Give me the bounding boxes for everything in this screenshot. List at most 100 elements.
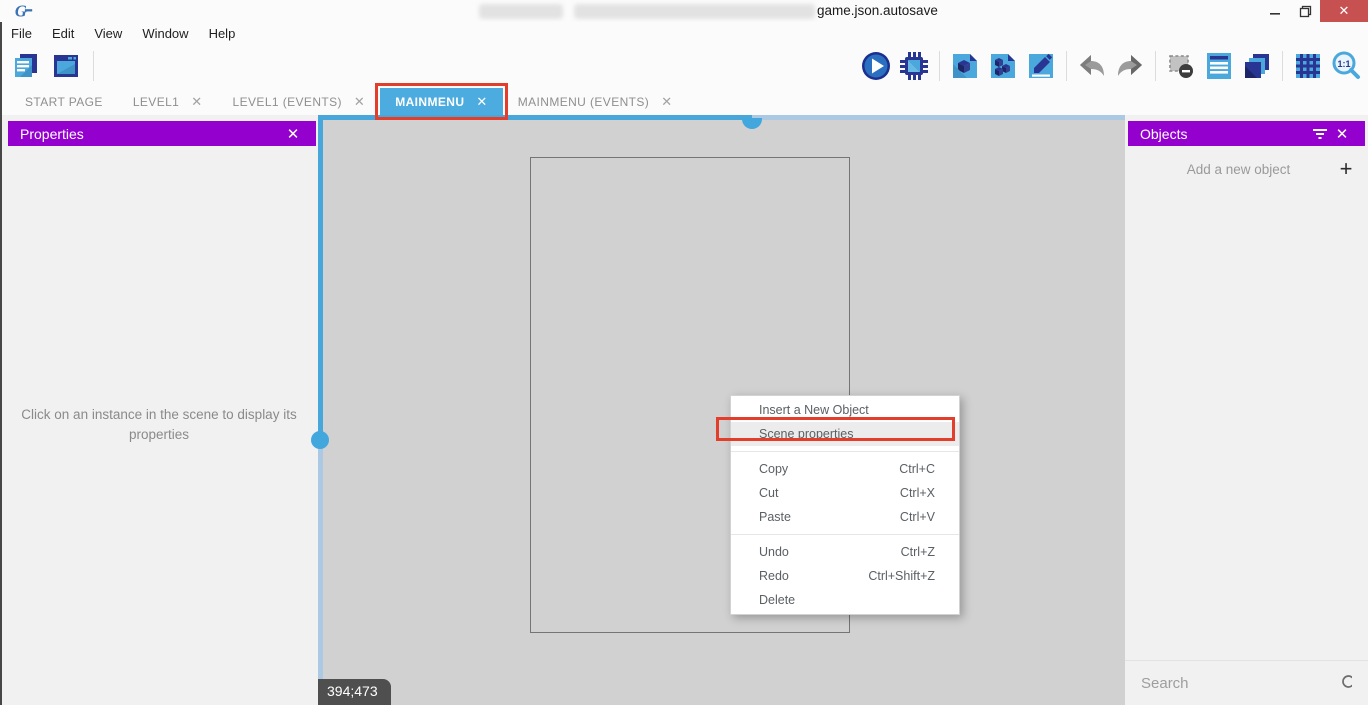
- toolbar-separator: [1066, 51, 1067, 81]
- close-icon: ✕: [1339, 3, 1350, 19]
- plus-icon[interactable]: +: [1324, 158, 1368, 180]
- menu-item-label: Redo: [759, 569, 789, 583]
- titlebar: G game.json.autosave ✕: [0, 0, 1368, 22]
- menu-item-insert-new-object[interactable]: Insert a New Object: [731, 398, 959, 422]
- layers-icon: [1241, 50, 1273, 82]
- redacted-path-segment: [574, 4, 815, 19]
- menu-item-shortcut: Ctrl+X: [900, 486, 935, 500]
- deselect-button[interactable]: [1165, 50, 1197, 82]
- objects-panel: Objects ✕ Add a new object +: [1125, 115, 1368, 705]
- menubar: File Edit View Window Help: [0, 22, 1368, 44]
- menu-item-label: Copy: [759, 462, 788, 476]
- menu-item-shortcut: Ctrl+C: [899, 462, 935, 476]
- grid-icon: [1292, 50, 1324, 82]
- tab-label: MAINMENU (EVENTS): [518, 95, 649, 109]
- start-page-button[interactable]: [50, 50, 82, 82]
- menu-item-cut[interactable]: Cut Ctrl+X: [731, 481, 959, 505]
- grid-button[interactable]: [1292, 50, 1324, 82]
- menu-separator: [731, 451, 959, 452]
- properties-empty-message: Click on an instance in the scene to dis…: [18, 405, 300, 445]
- minimize-icon: [1269, 5, 1281, 17]
- tab-mainmenu[interactable]: MAINMENU ✕: [380, 88, 503, 115]
- horizontal-scrollbar[interactable]: [752, 115, 1125, 120]
- menu-item-delete[interactable]: Delete: [731, 588, 959, 612]
- zoom-1-1-button[interactable]: 1:1: [1330, 50, 1362, 82]
- tab-start-page[interactable]: START PAGE: [10, 88, 118, 115]
- menu-item-label: Undo: [759, 545, 789, 559]
- add-new-object-label: Add a new object: [1125, 162, 1324, 177]
- objects-editor-button[interactable]: [949, 50, 981, 82]
- zoom-1-1-icon: 1:1: [1330, 50, 1362, 82]
- restore-button[interactable]: [1290, 0, 1320, 22]
- toolbar-separator: [1155, 51, 1156, 81]
- scene-properties-icon: [1025, 50, 1057, 82]
- object-groups-button[interactable]: [987, 50, 1019, 82]
- scene-properties-button[interactable]: [1025, 50, 1057, 82]
- undo-button[interactable]: [1076, 50, 1108, 82]
- menu-item-label: Delete: [759, 593, 795, 607]
- horizontal-scrollbar-handle[interactable]: [742, 118, 762, 129]
- properties-panel-header: Properties ✕: [8, 121, 316, 146]
- svg-text:1:1: 1:1: [1337, 59, 1350, 69]
- close-button[interactable]: ✕: [1320, 0, 1368, 22]
- project-manager-button[interactable]: [10, 50, 42, 82]
- toolbar-separator: [93, 51, 94, 81]
- menu-item-redo[interactable]: Redo Ctrl+Shift+Z: [731, 564, 959, 588]
- tab-level1-events[interactable]: LEVEL1 (EVENTS) ✕: [218, 88, 381, 115]
- redo-button[interactable]: [1114, 50, 1146, 82]
- tab-level1[interactable]: LEVEL1 ✕: [118, 88, 218, 115]
- layers-button[interactable]: [1241, 50, 1273, 82]
- tab-close-icon[interactable]: ✕: [354, 95, 365, 108]
- menu-item-label: Cut: [759, 486, 778, 500]
- play-icon: [860, 50, 892, 82]
- horizontal-scrollbar[interactable]: [318, 115, 752, 120]
- tab-close-icon[interactable]: ✕: [661, 95, 672, 108]
- menu-window[interactable]: Window: [139, 24, 191, 43]
- restore-icon: [1299, 5, 1312, 18]
- tab-close-icon[interactable]: ✕: [476, 95, 487, 108]
- tab-mainmenu-events[interactable]: MAINMENU (EVENTS) ✕: [503, 88, 688, 115]
- scene-editor-canvas[interactable]: 394;473: [318, 115, 1125, 705]
- vertical-scrollbar[interactable]: [318, 115, 323, 440]
- objects-panel-title: Objects: [1140, 126, 1187, 142]
- toolbar-separator: [939, 51, 940, 81]
- menu-view[interactable]: View: [91, 24, 125, 43]
- toolbar: 1:1: [0, 44, 1368, 88]
- debug-button[interactable]: [898, 50, 930, 82]
- menu-item-shortcut: Ctrl+Shift+Z: [868, 569, 935, 583]
- debug-icon: [898, 50, 930, 82]
- window-controls: ✕: [1260, 0, 1368, 22]
- vertical-scrollbar[interactable]: [318, 440, 323, 705]
- tabbar: START PAGE LEVEL1 ✕ LEVEL1 (EVENTS) ✕ MA…: [0, 88, 1368, 115]
- menu-item-paste[interactable]: Paste Ctrl+V: [731, 505, 959, 529]
- gdevelop-logo: G: [13, 1, 35, 21]
- menu-item-shortcut: Ctrl+Z: [901, 545, 935, 559]
- filter-icon[interactable]: [1309, 123, 1331, 145]
- add-new-object-row[interactable]: Add a new object +: [1125, 155, 1368, 183]
- menu-edit[interactable]: Edit: [49, 24, 77, 43]
- undo-icon: [1076, 50, 1108, 82]
- instances-list-button[interactable]: [1203, 50, 1235, 82]
- menu-item-label: Scene properties: [759, 427, 854, 441]
- objects-editor-icon: [949, 50, 981, 82]
- menu-help[interactable]: Help: [206, 24, 239, 43]
- play-button[interactable]: [860, 50, 892, 82]
- menu-file[interactable]: File: [8, 24, 35, 43]
- tab-label: LEVEL1 (EVENTS): [233, 95, 342, 109]
- tab-close-icon[interactable]: ✕: [191, 95, 202, 108]
- menu-item-shortcut: Ctrl+V: [900, 510, 935, 524]
- object-groups-icon: [987, 50, 1019, 82]
- menu-item-label: Insert a New Object: [759, 403, 869, 417]
- menu-item-undo[interactable]: Undo Ctrl+Z: [731, 540, 959, 564]
- objects-panel-header: Objects ✕: [1128, 121, 1365, 146]
- close-icon[interactable]: ✕: [1331, 123, 1353, 145]
- menu-item-copy[interactable]: Copy Ctrl+C: [731, 457, 959, 481]
- close-icon[interactable]: ✕: [282, 123, 304, 145]
- minimize-button[interactable]: [1260, 0, 1290, 22]
- tab-label: START PAGE: [25, 95, 103, 109]
- menu-item-scene-properties[interactable]: Scene properties: [731, 422, 959, 446]
- context-menu: Insert a New Object Scene properties Cop…: [730, 395, 960, 615]
- menu-item-label: Paste: [759, 510, 791, 524]
- search-input[interactable]: [1141, 675, 1340, 692]
- vertical-scrollbar-handle[interactable]: [311, 431, 329, 449]
